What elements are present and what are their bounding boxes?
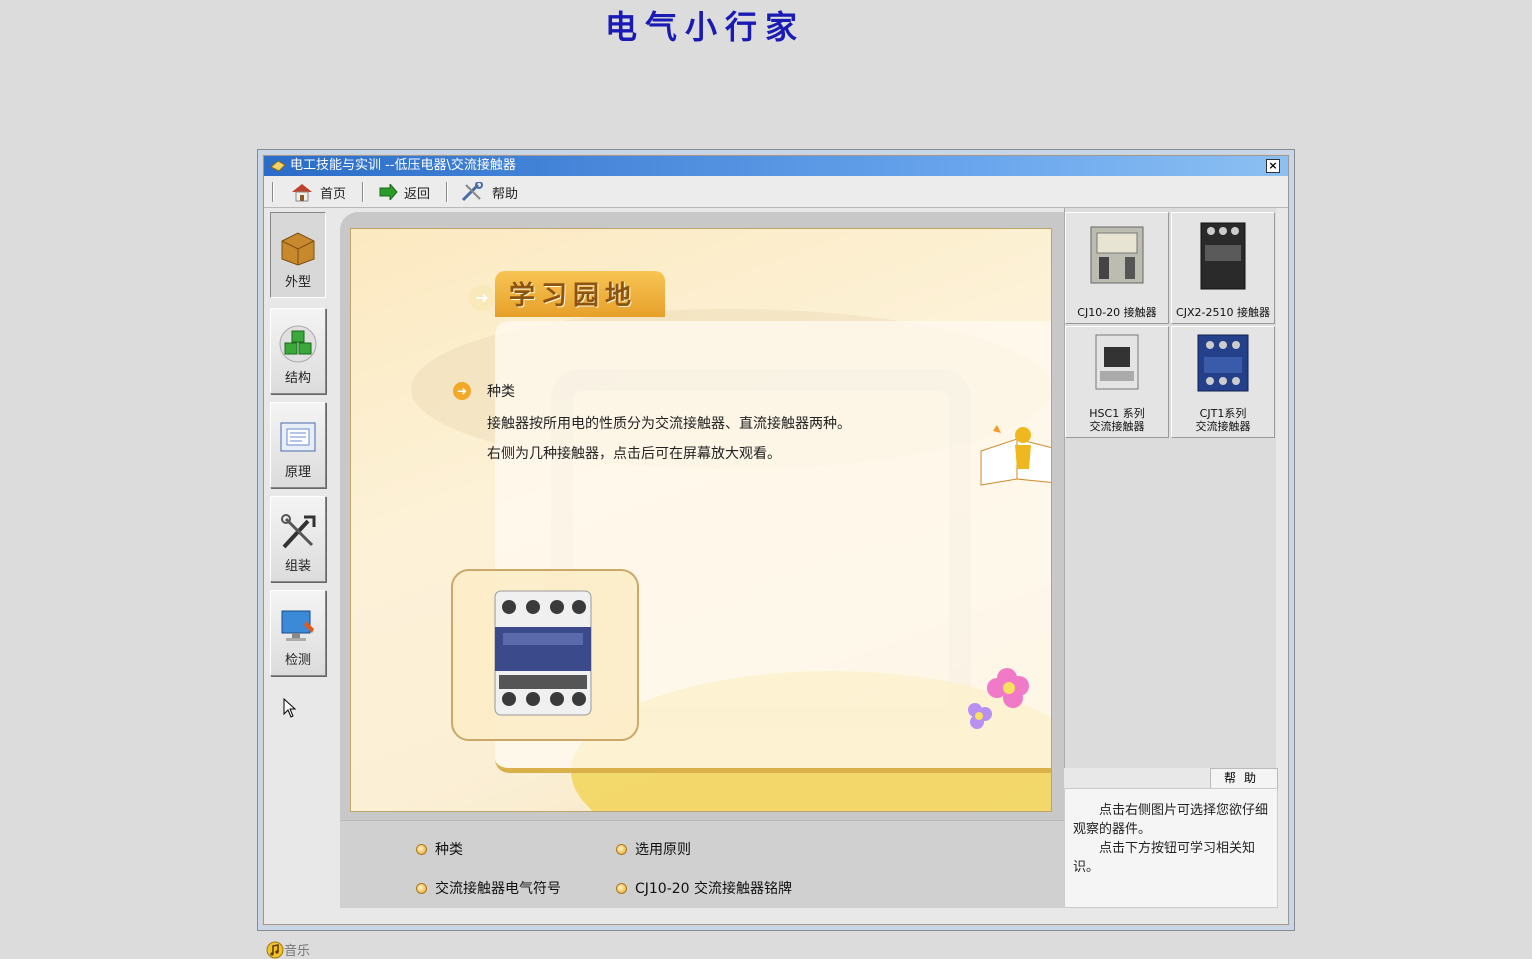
music-toggle[interactable]: 音乐 bbox=[266, 940, 310, 959]
contactor-image-icon bbox=[1197, 334, 1249, 392]
link-types[interactable]: 种类 bbox=[416, 839, 463, 859]
tile-label: HSC1 系列 bbox=[1089, 407, 1145, 420]
tile-hsc1[interactable]: HSC1 系列 交流接触器 bbox=[1065, 326, 1169, 438]
arrow-bullet-icon: ➜ bbox=[453, 382, 471, 400]
app-icon bbox=[270, 160, 286, 172]
contactor-image-icon bbox=[1090, 226, 1144, 284]
back-label: 返回 bbox=[404, 186, 431, 202]
help-text: 点击右侧图片可选择您欲仔细观察的器件。 bbox=[1073, 803, 1269, 837]
diagram-icon bbox=[280, 422, 316, 452]
contactor-image-icon bbox=[1095, 334, 1139, 390]
bullet-icon bbox=[416, 843, 427, 855]
bullet-icon bbox=[616, 882, 627, 894]
tile-label: CJ10-20 接触器 bbox=[1077, 306, 1157, 319]
nav-label: 外型 bbox=[284, 275, 311, 290]
learning-stage: ➜ 学习园地 ➜ 种类 接触器按所用电的性质分为交流接触器、直流接触器两种。 右… bbox=[350, 228, 1052, 812]
tile-cjx2-2510[interactable]: CJX2-2510 接触器 bbox=[1171, 212, 1275, 324]
close-button[interactable]: × bbox=[1266, 159, 1280, 173]
help-panel: 点击右侧图片可选择您欲仔细观察的器件。 点击下方按钮可学习相关知识。 bbox=[1064, 788, 1278, 908]
arrow-right-icon: ➜ bbox=[469, 285, 495, 311]
back-arrow-icon bbox=[379, 184, 398, 200]
help-text: 点击下方按钮可学习相关知识。 bbox=[1073, 841, 1256, 875]
toolbar-separator bbox=[362, 182, 364, 202]
nav-structure[interactable]: 结构 bbox=[270, 308, 326, 394]
toolbar-separator bbox=[272, 182, 274, 202]
nav-label: 组装 bbox=[284, 559, 311, 574]
nav-testing[interactable]: 检测 bbox=[270, 590, 326, 676]
monitor-icon bbox=[281, 610, 314, 641]
nav-appearance[interactable]: 外型 bbox=[270, 212, 326, 298]
section-title-text: 种类 bbox=[487, 384, 515, 400]
link-selection-principle[interactable]: 选用原则 bbox=[616, 839, 691, 859]
help-tools-icon bbox=[461, 182, 483, 202]
nav-label: 原理 bbox=[284, 465, 311, 480]
nav-label: 检测 bbox=[284, 653, 311, 668]
home-button[interactable]: 首页 bbox=[290, 180, 346, 204]
home-icon bbox=[292, 184, 312, 202]
description-text: 右侧为几种接触器，点击后可在屏幕放大观看。 bbox=[487, 446, 781, 462]
back-button[interactable]: 返回 bbox=[378, 180, 430, 204]
box-icon bbox=[281, 232, 315, 266]
window-titlebar[interactable]: 电工技能与实训 --低压电器\交流接触器 × bbox=[264, 156, 1288, 176]
left-nav: 外型 结构 原理 组装 检测 音乐 bbox=[264, 208, 340, 959]
nav-assembly[interactable]: 组装 bbox=[270, 496, 326, 582]
contactor-image-icon bbox=[1200, 222, 1246, 290]
link-label: CJ10-20 交流接触器铭牌 bbox=[635, 881, 793, 897]
toolbar-separator bbox=[446, 182, 448, 202]
window-title: 电工技能与实训 --低压电器\交流接触器 bbox=[290, 158, 516, 173]
nav-principle[interactable]: 原理 bbox=[270, 402, 326, 488]
help-button[interactable]: 帮助 bbox=[460, 180, 518, 204]
tile-cjt1[interactable]: CJT1系列 交流接触器 bbox=[1171, 326, 1275, 438]
music-label: 音乐 bbox=[284, 944, 311, 959]
bullet-icon bbox=[616, 843, 627, 855]
main-window: 电工技能与实训 --低压电器\交流接触器 × 首页 返回 帮助 外型 结构 原理… bbox=[257, 149, 1295, 959]
tile-cj10-20[interactable]: CJ10-20 接触器 bbox=[1065, 212, 1169, 324]
bullet-icon bbox=[416, 882, 427, 894]
flowers-decoration-icon bbox=[968, 668, 1029, 729]
tools-icon bbox=[281, 514, 316, 549]
topic-link-bar: 种类 选用原则 交流接触器电气符号 CJ10-20 交流接触器铭牌 bbox=[340, 820, 1064, 908]
reading-mascot-icon bbox=[980, 425, 1051, 486]
link-label: 交流接触器电气符号 bbox=[435, 881, 561, 897]
nav-label: 结构 bbox=[284, 371, 311, 386]
contactor-image-icon bbox=[494, 590, 592, 716]
home-label: 首页 bbox=[320, 186, 347, 202]
section-title: ➜ 种类 bbox=[453, 381, 515, 401]
help-tab[interactable]: 帮助 bbox=[1210, 768, 1278, 788]
help-label: 帮助 bbox=[492, 186, 519, 202]
contactor-preview[interactable] bbox=[451, 569, 639, 741]
tile-label: 交流接触器 bbox=[1195, 420, 1251, 433]
link-nameplate[interactable]: CJ10-20 交流接触器铭牌 bbox=[616, 878, 792, 898]
link-label: 种类 bbox=[435, 842, 463, 858]
tile-label: CJX2-2510 接触器 bbox=[1176, 306, 1270, 319]
music-note-icon bbox=[266, 941, 284, 958]
toolbar: 首页 返回 帮助 bbox=[264, 176, 1288, 208]
tile-label: CJT1系列 bbox=[1199, 407, 1247, 420]
app-banner-title: 电气小行家 bbox=[604, 8, 805, 46]
section-header: 学习园地 bbox=[495, 271, 665, 317]
link-electrical-symbol[interactable]: 交流接触器电气符号 bbox=[416, 878, 561, 898]
link-label: 选用原则 bbox=[635, 842, 691, 858]
description-text: 接触器按所用电的性质分为交流接触器、直流接触器两种。 bbox=[487, 416, 851, 432]
contactor-gallery: CJ10-20 接触器 CJX2-2510 接触器 HSC1 系列 交流接触器 C… bbox=[1064, 208, 1276, 768]
mouse-cursor-icon bbox=[283, 698, 297, 718]
tile-label: 交流接触器 bbox=[1089, 420, 1145, 433]
cubes-icon bbox=[279, 325, 317, 363]
